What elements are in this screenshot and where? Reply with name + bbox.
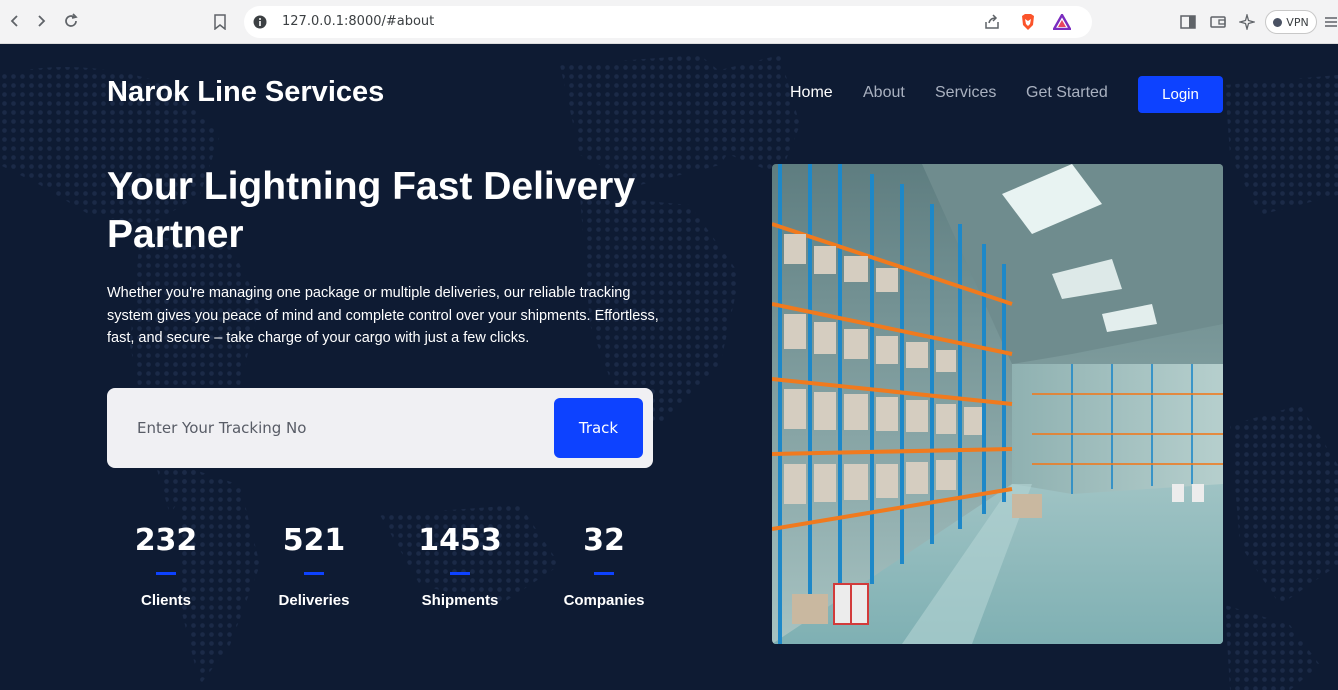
stat-underline xyxy=(156,572,176,575)
url-text: 127.0.0.1:8000/#about xyxy=(282,14,435,29)
hero-headline-line2: Partner xyxy=(107,213,244,256)
login-button[interactable]: Login xyxy=(1138,76,1223,113)
page: Narok Line Services Home About Services … xyxy=(0,45,1338,690)
back-icon[interactable] xyxy=(4,10,26,32)
track-button[interactable]: Track xyxy=(554,398,643,458)
nav-about[interactable]: About xyxy=(863,84,905,102)
stat-value: 1453 xyxy=(418,523,502,558)
stat-underline xyxy=(594,572,614,575)
vpn-label: VPN xyxy=(1286,15,1309,29)
stat-shipments: 1453 Shipments xyxy=(412,523,508,609)
bookmark-icon[interactable] xyxy=(210,12,230,32)
vpn-button[interactable]: VPN xyxy=(1265,10,1317,34)
stat-underline xyxy=(304,572,324,575)
hero-description: Whether you're managing one package or m… xyxy=(107,285,659,346)
stat-label: Clients xyxy=(140,592,191,609)
brand-logo[interactable]: Narok Line Services xyxy=(107,76,384,109)
nav-services[interactable]: Services xyxy=(935,84,996,102)
site-info-icon[interactable] xyxy=(252,14,268,30)
hero-headline: Your Lightning Fast Delivery Partner xyxy=(107,163,707,259)
nav-home[interactable]: Home xyxy=(790,84,833,102)
brave-rewards-icon[interactable] xyxy=(1052,12,1072,32)
sidebar-icon[interactable] xyxy=(1178,12,1198,32)
stat-value: 521 xyxy=(282,523,346,558)
vpn-status-icon xyxy=(1273,17,1283,27)
tracking-form: Track xyxy=(107,388,653,468)
tracking-input[interactable] xyxy=(137,414,537,442)
stat-value: 232 xyxy=(134,523,198,558)
nav-get-started[interactable]: Get Started xyxy=(1026,84,1108,102)
leo-ai-icon[interactable] xyxy=(1237,12,1257,32)
share-icon[interactable] xyxy=(983,13,1001,31)
stat-underline xyxy=(450,572,470,575)
stat-clients: 232 Clients xyxy=(126,523,206,609)
stat-value: 32 xyxy=(583,523,625,558)
wallet-icon[interactable] xyxy=(1208,12,1228,32)
address-bar[interactable]: 127.0.0.1:8000/#about xyxy=(244,6,1092,38)
forward-icon[interactable] xyxy=(30,10,52,32)
reload-icon[interactable] xyxy=(60,10,82,32)
stat-label: Companies xyxy=(563,592,645,609)
stat-deliveries: 521 Deliveries xyxy=(268,523,360,609)
stat-label: Deliveries xyxy=(278,592,350,609)
brave-shield-icon[interactable] xyxy=(1018,12,1038,32)
stat-label: Shipments xyxy=(421,592,499,609)
warehouse-image xyxy=(772,164,1223,644)
menu-icon[interactable] xyxy=(1322,12,1338,32)
browser-toolbar: 127.0.0.1:8000/#about VPN xyxy=(0,0,1338,44)
stat-companies: 32 Companies xyxy=(552,523,656,609)
hero-headline-line1: Your Lightning Fast Delivery xyxy=(107,165,636,208)
